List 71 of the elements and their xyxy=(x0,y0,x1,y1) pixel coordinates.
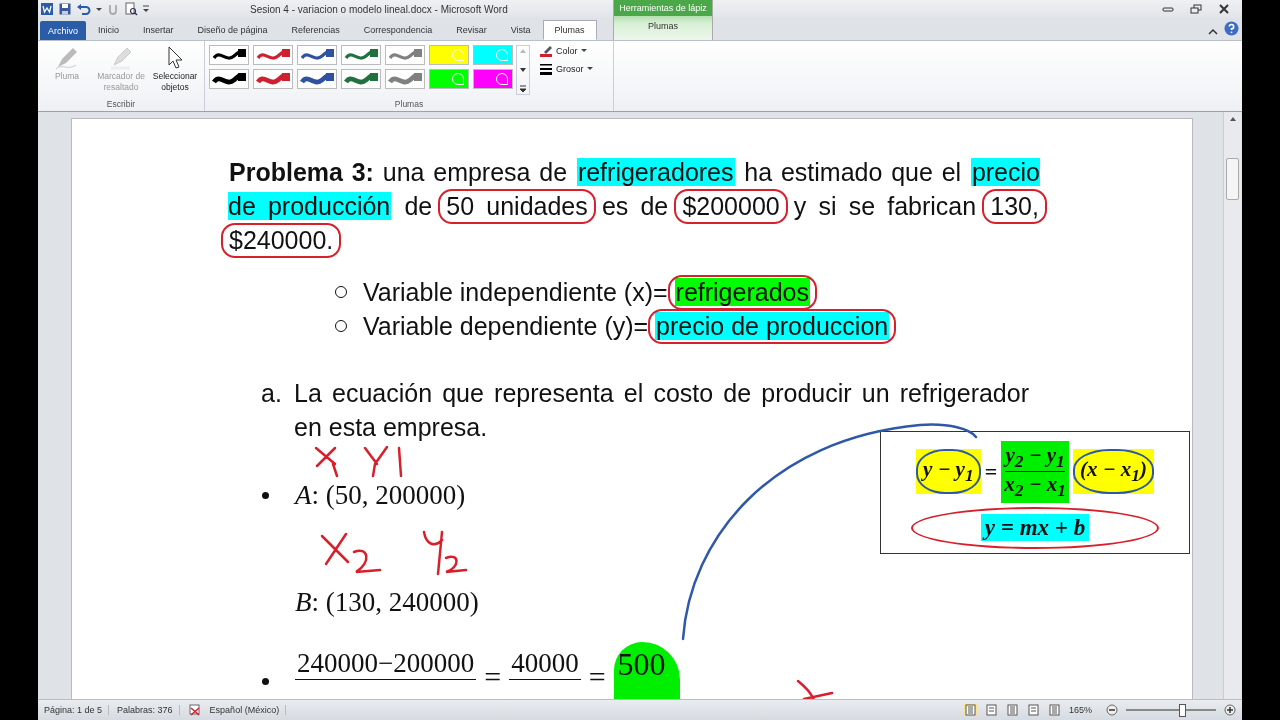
view-mode-icon[interactable] xyxy=(984,704,998,716)
bullet-icon xyxy=(262,491,269,499)
zoom-out-icon[interactable] xyxy=(1106,704,1118,716)
vertical-scrollbar[interactable] xyxy=(1223,112,1241,699)
question-text: La ecuación que representa el costo de producir un refrigerador en esta empresa. xyxy=(294,378,1029,443)
close-icon[interactable] xyxy=(1218,4,1230,14)
equals-sign: = xyxy=(484,660,502,694)
ink-stroke xyxy=(794,679,834,699)
ribbon-tab[interactable]: Revisar xyxy=(444,20,499,40)
view-mode-icon[interactable] xyxy=(963,704,977,716)
group-label: Escribir xyxy=(105,99,137,111)
pen-option-button[interactable]: Grosor xyxy=(556,64,584,74)
dropdown-caret-icon[interactable] xyxy=(580,49,587,53)
fraction-numerator: 40000 xyxy=(509,648,581,680)
ribbon-tab[interactable]: Insertar xyxy=(131,20,186,40)
zoom-level[interactable]: 165% xyxy=(1068,705,1098,715)
scroll-down-icon[interactable] xyxy=(518,66,528,74)
print-preview-icon[interactable] xyxy=(124,2,138,16)
ribbon-tool-button[interactable]: Seleccionar objetos xyxy=(150,71,200,93)
word-count[interactable]: Palabras: 376 xyxy=(117,705,180,715)
view-mode-icon[interactable] xyxy=(1026,704,1040,716)
more-icon[interactable] xyxy=(518,85,528,93)
save-icon[interactable] xyxy=(58,2,72,16)
restore-icon[interactable] xyxy=(1190,4,1202,14)
file-tab[interactable]: Archivo xyxy=(40,21,86,40)
collapse-ribbon-icon[interactable] xyxy=(1208,28,1218,36)
pen-option-button[interactable]: Color xyxy=(556,46,578,56)
line-weight-icon[interactable] xyxy=(539,63,553,75)
variable-line: Variable dependiente (y)= precio de produccion xyxy=(363,309,899,343)
point-coordinates: A: (50, 200000) xyxy=(295,479,466,511)
group-label: Plumas xyxy=(393,99,425,111)
help-icon[interactable] xyxy=(1224,21,1239,36)
contextual-group-title: Herramientas de lápiz xyxy=(614,0,712,16)
pen-style-swatch[interactable] xyxy=(473,45,513,65)
scroll-up-icon[interactable] xyxy=(1228,116,1237,122)
minimize-icon[interactable] xyxy=(1162,4,1174,14)
zoom-slider-thumb[interactable] xyxy=(1178,703,1186,717)
ribbon-tab[interactable]: Referencias xyxy=(279,20,352,40)
contextual-tab[interactable]: Plumas xyxy=(648,21,678,31)
proofing-icon[interactable] xyxy=(187,704,202,716)
ribbon-tab[interactable]: Plumas xyxy=(542,20,597,40)
slope-result: 500 xyxy=(613,642,680,699)
scroll-thumb[interactable] xyxy=(1226,158,1239,200)
bullet-icon xyxy=(262,678,269,685)
line-equation: y = mx + b xyxy=(910,506,1160,549)
list-marker: a. xyxy=(261,378,283,409)
point-coordinates: B: (130, 240000) xyxy=(295,586,479,618)
view-mode-icon[interactable] xyxy=(1047,704,1061,716)
pen-style-swatch[interactable] xyxy=(473,69,513,89)
ribbon-tab[interactable]: Inicio xyxy=(86,20,132,40)
formula-fraction: y$_{2}$ − y$_{1}$ x$_{2}$ − x$_{1}$ xyxy=(1001,441,1069,503)
window-title: Sesion 4 - variacion o modelo lineal.docx - Microsoft Word xyxy=(250,3,508,15)
dropdown-caret-icon[interactable] xyxy=(586,67,593,71)
fraction-numerator: 240000−200000 xyxy=(295,648,477,680)
equals-sign: = xyxy=(984,458,998,485)
undo-icon[interactable] xyxy=(76,2,92,16)
formula-term: (x − x$_{1}$) xyxy=(1072,449,1154,495)
pen-style-swatch[interactable] xyxy=(429,45,469,65)
formula-term: y − y$_{1}$ xyxy=(916,449,981,495)
language-indicator[interactable]: Español (México) xyxy=(209,705,287,715)
ribbon-tab[interactable]: Correspondencia xyxy=(351,20,445,40)
equals-sign: = xyxy=(588,660,606,694)
word-logo-icon[interactable] xyxy=(40,2,54,16)
pen-style-swatch[interactable] xyxy=(429,69,469,89)
ribbon-tab[interactable]: Vista xyxy=(498,20,543,40)
pen-color-icon[interactable] xyxy=(539,45,553,57)
view-mode-icon[interactable] xyxy=(1005,704,1019,716)
zoom-in-icon[interactable] xyxy=(1224,704,1236,716)
ribbon-tab[interactable]: Diseño de página xyxy=(185,20,280,40)
page-count[interactable]: Página: 1 de 5 xyxy=(44,705,110,715)
variable-line: Variable independiente (x)= refrigerados xyxy=(363,275,819,309)
